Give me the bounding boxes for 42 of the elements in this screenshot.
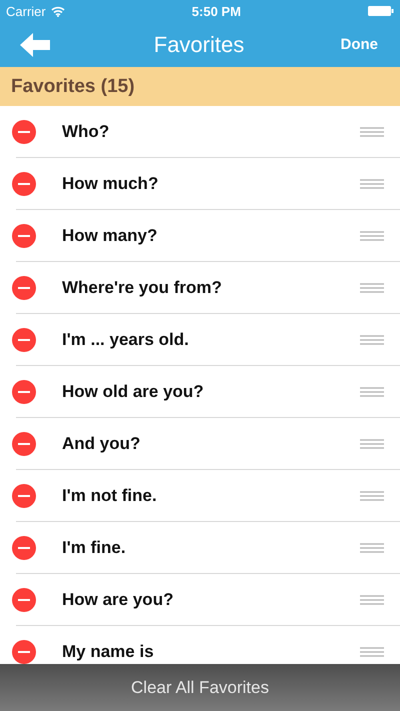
done-button[interactable]: Done (340, 36, 378, 53)
phrase-text: And you? (62, 434, 142, 454)
delete-button[interactable] (12, 588, 36, 612)
phrase-text: I'm fine. (62, 538, 127, 558)
phrase-text: My name is (62, 642, 155, 662)
reorder-icon[interactable] (360, 387, 384, 397)
carrier-label: Carrier (6, 4, 46, 18)
phrase-text: How are you? (62, 590, 174, 610)
reorder-icon[interactable] (360, 127, 384, 137)
phrase-text: I'm not fine. (62, 486, 158, 506)
wifi-icon (50, 6, 65, 16)
delete-button[interactable] (12, 224, 36, 248)
phrase-text: I'm ... years old. (62, 330, 190, 350)
delete-button[interactable] (12, 432, 36, 456)
reorder-icon[interactable] (360, 231, 384, 241)
delete-button[interactable] (12, 120, 36, 144)
delete-button[interactable] (12, 328, 36, 352)
back-button[interactable] (20, 32, 50, 56)
reorder-icon[interactable] (360, 595, 384, 605)
delete-button[interactable] (12, 640, 36, 664)
clear-all-button[interactable]: Clear All Favorites (0, 664, 400, 711)
delete-button[interactable] (12, 484, 36, 508)
phrase-text: Where're you from? (62, 278, 223, 298)
phrase-text: Who? (62, 122, 110, 142)
delete-button[interactable] (12, 172, 36, 196)
phrase-text: How much? (62, 174, 160, 194)
phrase-text: How old are you? (62, 382, 205, 402)
delete-button[interactable] (12, 380, 36, 404)
reorder-icon[interactable] (360, 439, 384, 449)
reorder-icon[interactable] (360, 647, 384, 657)
reorder-icon[interactable] (360, 543, 384, 553)
status-time: 5:50 PM (192, 4, 241, 18)
delete-button[interactable] (12, 536, 36, 560)
phrase-text: How many? (62, 226, 158, 246)
battery-icon (368, 6, 394, 16)
reorder-icon[interactable] (360, 179, 384, 189)
delete-button[interactable] (12, 276, 36, 300)
reorder-icon[interactable] (360, 491, 384, 501)
nav-title: Favorites (154, 32, 244, 58)
reorder-icon[interactable] (360, 283, 384, 293)
section-title: Favorites (15) (11, 76, 135, 98)
reorder-icon[interactable] (360, 335, 384, 345)
